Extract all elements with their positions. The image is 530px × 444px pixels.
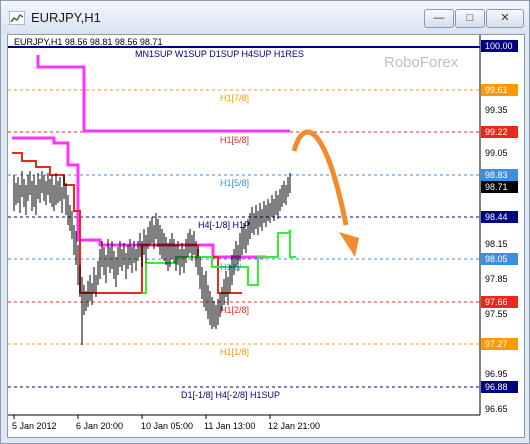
price-label-98-15: 98.15: [485, 239, 508, 249]
price-label-97-27: 97.27: [485, 339, 508, 349]
label-h1-7-8: H1[7/8]: [220, 93, 249, 103]
forecast-arrow-path: [291, 129, 349, 226]
price-label-97-66: 97.66: [485, 297, 508, 307]
price-label-99-05: 99.05: [485, 148, 508, 158]
minimize-button[interactable]: —: [424, 9, 454, 28]
time-label-1: 6 Jan 20:00: [76, 421, 123, 431]
close-button[interactable]: ✕: [486, 9, 524, 28]
chart-info-line: EURJPY,H1 98.56 98.81 98.56 98.71: [14, 37, 162, 47]
price-label-98-83: 98.83: [485, 170, 508, 180]
price-label-current: 98.71: [485, 182, 508, 192]
price-axis: 100.00 99.61 99.35 99.22 99.05 98.83 98.…: [481, 40, 518, 414]
price-label-98-44: 98.44: [485, 212, 508, 222]
price-label-99-35: 99.35: [485, 105, 508, 115]
top-level-label: MN1SUP W1SUP D1SUP H4SUP H1RES: [135, 49, 304, 59]
time-label-3: 11 Jan 13:00: [204, 421, 255, 431]
label-h1-1-8: H1[1/8]: [220, 347, 249, 357]
price-label-99-61: 99.61: [485, 85, 508, 95]
label-h1-2-8: H1[2/8]: [220, 305, 249, 315]
time-label-0: 5 Jan 2012: [12, 421, 57, 431]
price-chart[interactable]: EURJPY,H1 98.56 98.81 98.56 98.71 MN1SUP…: [8, 35, 524, 437]
window-title: EURJPY,H1: [31, 10, 101, 25]
price-label-96-88: 96.88: [485, 382, 508, 392]
price-label-98-05: 98.05: [485, 254, 508, 264]
label-h1-5-8: H1[5/8]: [220, 178, 249, 188]
forecast-arrow-head: [339, 232, 359, 257]
label-h1-6-8: H1[6/8]: [220, 135, 249, 145]
chart-icon: [9, 11, 25, 25]
label-h1-3-8: H1[3/: [220, 262, 242, 272]
magenta-resistance-line: [36, 55, 290, 133]
time-label-2: 10 Jan 05:00: [141, 421, 193, 431]
chart-window: EURJPY,H1 — □ ✕ EURJPY,H1 98.56 98.81 98…: [0, 0, 530, 444]
time-label-4: 12 Jan 21:00: [268, 421, 320, 431]
price-label-97-85: 97.85: [485, 274, 508, 284]
watermark: RoboForex: [384, 54, 459, 71]
price-label-97-55: 97.55: [485, 309, 508, 319]
price-label-100: 100.00: [485, 41, 513, 51]
price-label-96-95: 96.95: [485, 369, 508, 379]
title-bar[interactable]: EURJPY,H1 — □ ✕: [1, 1, 529, 34]
bottom-level-label: D1[-1/8] H4[-2/8] H1SUP: [181, 390, 280, 400]
maximize-button[interactable]: □: [455, 9, 485, 28]
price-label-96-65: 96.65: [485, 404, 508, 414]
label-h4-m1-8: H4[-1/8] H1P: [198, 220, 250, 230]
chart-area[interactable]: EURJPY,H1 98.56 98.81 98.56 98.71 MN1SUP…: [7, 34, 525, 438]
price-label-99-22: 99.22: [485, 127, 508, 137]
time-axis: 5 Jan 2012 6 Jan 20:00 10 Jan 05:00 11 J…: [12, 415, 320, 431]
